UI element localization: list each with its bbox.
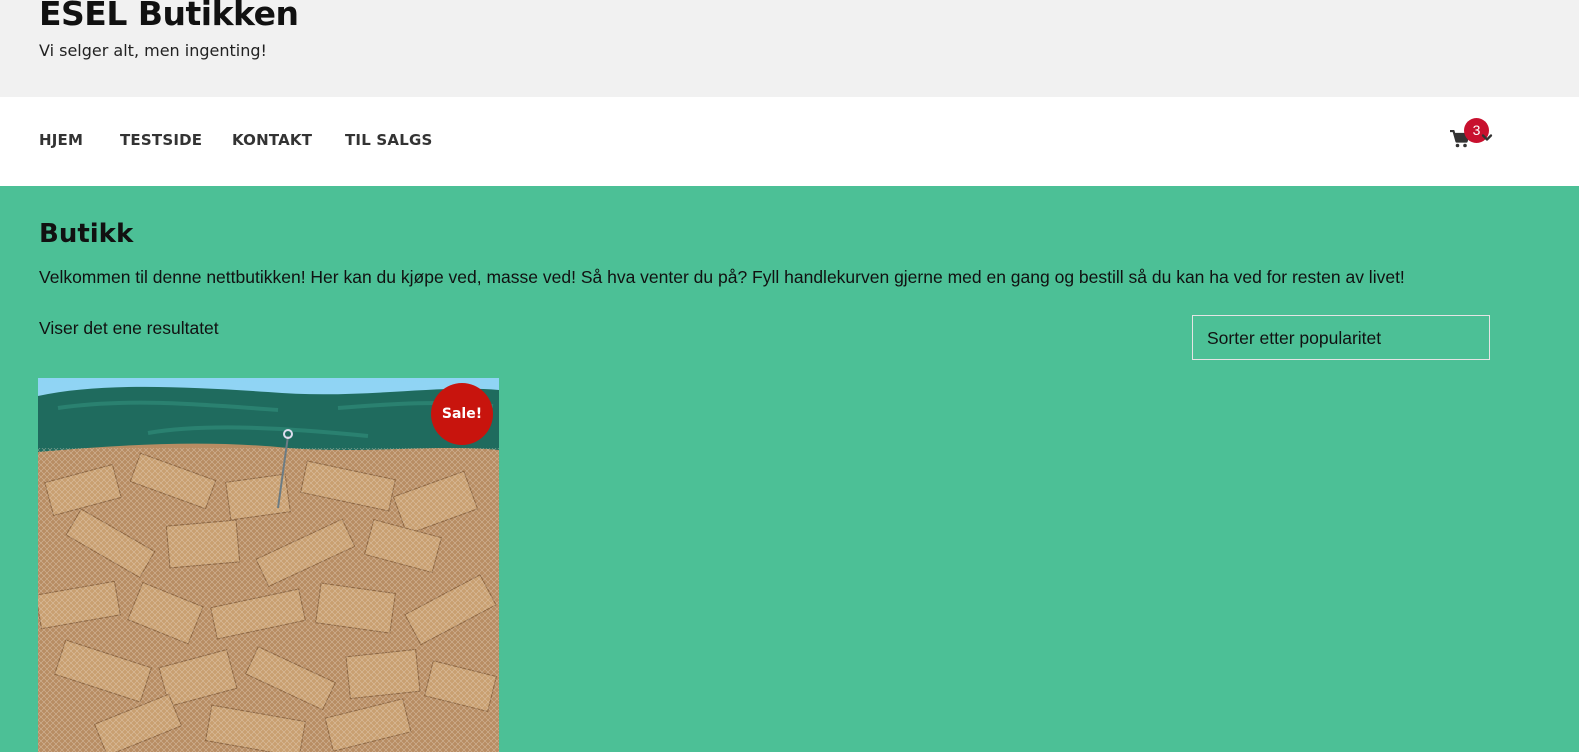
product-card[interactable]	[38, 378, 499, 752]
nav-item-kontakt[interactable]: KONTAKT	[232, 131, 312, 149]
shop-intro-text: Velkommen til denne nettbutikken! Her ka…	[39, 267, 1405, 287]
product-image-firewood[interactable]	[38, 378, 499, 752]
sort-select[interactable]: Sorter etter popularitet	[1192, 315, 1490, 360]
sale-badge: Sale!	[431, 383, 493, 445]
nav-item-testside[interactable]: TESTSIDE	[120, 131, 202, 149]
site-tagline: Vi selger alt, men ingenting!	[39, 41, 267, 60]
sort-select-value: Sorter etter popularitet	[1207, 328, 1382, 348]
cart-button[interactable]: 3	[1450, 118, 1502, 154]
page-title: Butikk	[39, 219, 134, 249]
result-count: Viser det ene resultatet	[39, 318, 219, 338]
chevron-down-icon	[1481, 134, 1493, 141]
nav-item-til-salgs[interactable]: TIL SALGS	[345, 131, 432, 149]
nav-item-hjem[interactable]: HJEM	[39, 131, 83, 149]
site-title[interactable]: ESEL Butikken	[39, 0, 299, 33]
